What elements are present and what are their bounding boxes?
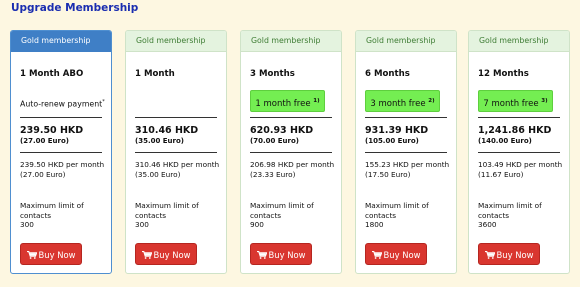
buy-now-label: Buy Now <box>268 250 306 260</box>
divider <box>135 152 217 153</box>
free-months-footnote: 1) <box>313 98 320 104</box>
card-header: Gold membership <box>126 31 226 52</box>
free-months-label: 1 month free <box>255 98 311 109</box>
contacts-limit-label: Maximum limit of contacts <box>365 201 429 220</box>
plan-price-euro: (70.00 Euro) <box>250 137 300 145</box>
divider <box>478 117 560 118</box>
buy-now-button[interactable]: Buy Now <box>135 243 197 265</box>
cart-icon <box>26 251 37 259</box>
free-months-footnote: 3) <box>541 98 548 104</box>
divider <box>135 117 217 118</box>
membership-card-1-month-abo[interactable]: Gold membership 1 Month ABO Auto-renew p… <box>10 30 112 274</box>
per-month-price: 239.50 HKD per month (27.00 Euro) <box>20 160 104 180</box>
plan-price: 931.39 HKD <box>365 125 429 136</box>
buy-now-label: Buy Now <box>496 250 534 260</box>
per-month-euro: (17.50 Euro) <box>365 170 411 179</box>
membership-card-6-months[interactable]: Gold membership 6 Months 3 month free 2)… <box>355 30 457 274</box>
divider <box>365 117 447 118</box>
contacts-limit-label-line-1: Maximum limit of <box>365 201 429 210</box>
page-title: Upgrade Membership <box>11 2 139 14</box>
per-month-euro: (23.33 Euro) <box>250 170 296 179</box>
per-month-hkd: 239.50 HKD per month <box>20 160 105 169</box>
contacts-limit-value: 1800 <box>365 220 384 229</box>
auto-renew-label: Auto-renew payment <box>20 99 103 109</box>
buy-now-button[interactable]: Buy Now <box>20 243 82 265</box>
plan-price: 1,241.86 HKD <box>478 125 552 136</box>
plan-duration: 1 Month <box>135 69 175 79</box>
buy-now-label: Buy Now <box>153 250 191 260</box>
contacts-limit-label-line-1: Maximum limit of <box>250 201 314 210</box>
buy-now-button[interactable]: Buy Now <box>365 243 427 265</box>
per-month-hkd: 155.23 HKD per month <box>365 160 450 169</box>
membership-card-3-months[interactable]: Gold membership 3 Months 1 month free 1)… <box>240 30 342 274</box>
contacts-limit-label: Maximum limit of contacts <box>135 201 199 220</box>
contacts-limit-label-line-2: contacts <box>365 210 397 220</box>
membership-card-12-months[interactable]: Gold membership 12 Months 7 month free 3… <box>468 30 570 274</box>
plan-duration: 12 Months <box>478 69 529 79</box>
auto-renew-footnote-mark: * <box>102 99 105 105</box>
free-months-label: 7 month free <box>483 98 539 109</box>
per-month-hkd: 103.49 HKD per month <box>478 160 563 169</box>
contacts-limit-label: Maximum limit of contacts <box>250 201 314 220</box>
buy-now-label: Buy Now <box>38 250 76 260</box>
cart-icon <box>484 251 495 259</box>
contacts-limit-label-line-1: Maximum limit of <box>135 201 199 210</box>
divider <box>250 117 332 118</box>
per-month-price: 103.49 HKD per month (11.67 Euro) <box>478 160 562 180</box>
cart-icon <box>371 251 382 259</box>
contacts-limit-label-line-1: Maximum limit of <box>20 201 84 210</box>
card-header: Gold membership <box>11 31 111 52</box>
per-month-hkd: 206.98 HKD per month <box>250 160 335 169</box>
plan-price: 620.93 HKD <box>250 125 314 136</box>
free-months-badge: 7 month free 3) <box>478 90 553 112</box>
cart-icon <box>141 251 152 259</box>
per-month-hkd: 310.46 HKD per month <box>135 160 220 169</box>
membership-card-1-month[interactable]: Gold membership 1 Month 310.46 HKD (35.0… <box>125 30 227 274</box>
per-month-euro: (35.00 Euro) <box>135 170 181 179</box>
divider <box>478 152 560 153</box>
contacts-limit-value: 300 <box>20 220 34 229</box>
cart-icon <box>256 251 267 259</box>
divider <box>20 152 102 153</box>
card-header: Gold membership <box>356 31 456 52</box>
buy-now-button[interactable]: Buy Now <box>478 243 540 265</box>
free-months-badge: 1 month free 1) <box>250 90 325 112</box>
auto-renew-note: Auto-renew payment* <box>20 99 105 109</box>
contacts-limit-label-line-2: contacts <box>135 210 167 220</box>
contacts-limit-label: Maximum limit of contacts <box>478 201 542 220</box>
contacts-limit-label-line-2: contacts <box>250 210 282 220</box>
per-month-price: 310.46 HKD per month (35.00 Euro) <box>135 160 219 180</box>
free-months-badge: 3 month free 2) <box>365 90 440 112</box>
free-months-footnote: 2) <box>428 98 435 104</box>
contacts-limit-label-line-2: contacts <box>478 210 510 220</box>
contacts-limit-value: 300 <box>135 220 149 229</box>
contacts-limit-value: 3600 <box>478 220 497 229</box>
plan-price-euro: (140.00 Euro) <box>478 137 532 145</box>
per-month-euro: (11.67 Euro) <box>478 170 524 179</box>
buy-now-button[interactable]: Buy Now <box>250 243 312 265</box>
contacts-limit-value: 900 <box>250 220 264 229</box>
per-month-euro: (27.00 Euro) <box>20 170 66 179</box>
contacts-limit-label: Maximum limit of contacts <box>20 201 84 220</box>
plan-duration: 6 Months <box>365 69 410 79</box>
per-month-price: 206.98 HKD per month (23.33 Euro) <box>250 160 334 180</box>
plan-price-euro: (27.00 Euro) <box>20 137 70 145</box>
card-header: Gold membership <box>241 31 341 52</box>
plan-price: 310.46 HKD <box>135 125 199 136</box>
contacts-limit-label-line-1: Maximum limit of <box>478 201 542 210</box>
free-months-label: 3 month free <box>370 98 426 109</box>
buy-now-label: Buy Now <box>383 250 421 260</box>
contacts-limit-label-line-2: contacts <box>20 210 52 220</box>
per-month-price: 155.23 HKD per month (17.50 Euro) <box>365 160 449 180</box>
plan-price-euro: (35.00 Euro) <box>135 137 185 145</box>
plan-duration: 1 Month ABO <box>20 69 84 79</box>
plan-duration: 3 Months <box>250 69 295 79</box>
plan-price: 239.50 HKD <box>20 125 84 136</box>
divider <box>250 152 332 153</box>
plan-price-euro: (105.00 Euro) <box>365 137 419 145</box>
divider <box>20 117 102 118</box>
divider <box>365 152 447 153</box>
card-header: Gold membership <box>469 31 569 52</box>
